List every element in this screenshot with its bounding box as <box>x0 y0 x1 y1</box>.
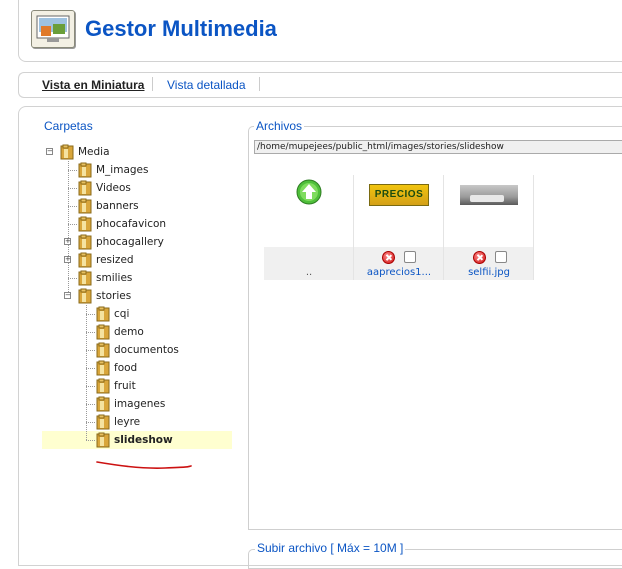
folder-label: leyre <box>114 416 141 428</box>
file-name[interactable]: selfii.jpg <box>444 267 534 278</box>
tree-line <box>86 404 95 405</box>
folder-icon <box>96 378 110 394</box>
folder-label: fruit <box>114 380 136 392</box>
folder-icon <box>96 432 110 448</box>
folder-label: Media <box>78 146 110 158</box>
folder-label: slideshow <box>114 434 173 446</box>
tree-line <box>68 278 77 279</box>
folder-icon <box>60 144 74 160</box>
folder-icon <box>96 360 110 376</box>
folder-icon <box>78 162 92 178</box>
folder-label: food <box>114 362 138 374</box>
collapse-icon[interactable]: − <box>46 148 53 155</box>
view-tabs: Vista en Miniatura Vista detallada <box>18 72 622 98</box>
red-underline-annotation <box>96 461 192 469</box>
tab-divider <box>152 77 153 91</box>
folder-label: imagenes <box>114 398 166 410</box>
delete-icon[interactable] <box>473 251 486 264</box>
tree-line <box>68 161 69 296</box>
select-checkbox[interactable] <box>495 251 507 263</box>
delete-icon[interactable] <box>382 251 395 264</box>
folder-label: phocagallery <box>96 236 164 248</box>
image-thumbnail[interactable]: PRECIOS <box>369 184 429 206</box>
folder-label: demo <box>114 326 144 338</box>
folder-icon <box>78 198 92 214</box>
file-name[interactable]: .. <box>264 267 354 278</box>
image-thumbnail[interactable] <box>460 185 518 205</box>
tree-line <box>86 440 95 441</box>
folder-icon <box>96 324 110 340</box>
folder-label: phocafavicon <box>96 218 167 230</box>
folder-up-icon[interactable] <box>295 178 323 206</box>
folder-path-input[interactable]: /home/mupejees/public_html/images/storie… <box>254 140 622 154</box>
folder-label: documentos <box>114 344 179 356</box>
page-title: Gestor Multimedia <box>85 16 277 41</box>
tree-line <box>68 188 77 189</box>
folder-icon <box>96 342 110 358</box>
folder-icon <box>96 414 110 430</box>
tab-detailed-view[interactable]: Vista detallada <box>167 78 246 92</box>
tree-line <box>86 332 95 333</box>
file-name[interactable]: aaprecios1... <box>354 267 444 278</box>
tab-thumbnail-view[interactable]: Vista en Miniatura <box>42 78 144 92</box>
folder-icon <box>78 288 92 304</box>
file-cell-aaprecios[interactable]: PRECIOS <box>354 175 444 247</box>
tree-line <box>86 305 87 440</box>
folder-icon <box>78 216 92 232</box>
folder-label: smilies <box>96 272 133 284</box>
file-cell-up[interactable] <box>264 175 354 247</box>
folder-label: stories <box>96 290 132 302</box>
folder-icon <box>78 234 92 250</box>
tree-line <box>86 422 95 423</box>
tree-line <box>86 314 95 315</box>
select-checkbox[interactable] <box>404 251 416 263</box>
header-panel: Gestor Multimedia <box>18 0 622 62</box>
files-title: Archivos <box>254 119 305 133</box>
file-footer-selfii: selfii.jpg <box>444 247 534 280</box>
folder-icon <box>96 396 110 412</box>
folder-icon <box>78 252 92 268</box>
media-manager-icon <box>31 10 75 48</box>
expand-icon[interactable]: + <box>64 256 71 263</box>
folder-label: cqi <box>114 308 130 320</box>
tab-divider <box>259 77 260 91</box>
folder-label: banners <box>96 200 139 212</box>
folder-label: M_images <box>96 164 149 176</box>
folder-icon <box>96 306 110 322</box>
folders-title: Carpetas <box>44 119 93 133</box>
folder-icon <box>78 180 92 196</box>
folder-icon <box>78 270 92 286</box>
folder-label: Videos <box>96 182 131 194</box>
tree-line <box>68 170 77 171</box>
tree-line <box>86 368 95 369</box>
tree-line <box>68 206 77 207</box>
tree-line <box>68 224 77 225</box>
expand-icon[interactable]: + <box>64 238 71 245</box>
file-footer-up: .. <box>264 247 354 280</box>
file-footer-aaprecios: aaprecios1... <box>354 247 444 280</box>
upload-title: Subir archivo [ Máx = 10M ] <box>255 541 406 555</box>
folder-label: resized <box>96 254 134 266</box>
collapse-icon[interactable]: − <box>64 292 71 299</box>
file-cell-selfii[interactable] <box>444 175 534 247</box>
tree-line <box>86 386 95 387</box>
tree-line <box>86 350 95 351</box>
